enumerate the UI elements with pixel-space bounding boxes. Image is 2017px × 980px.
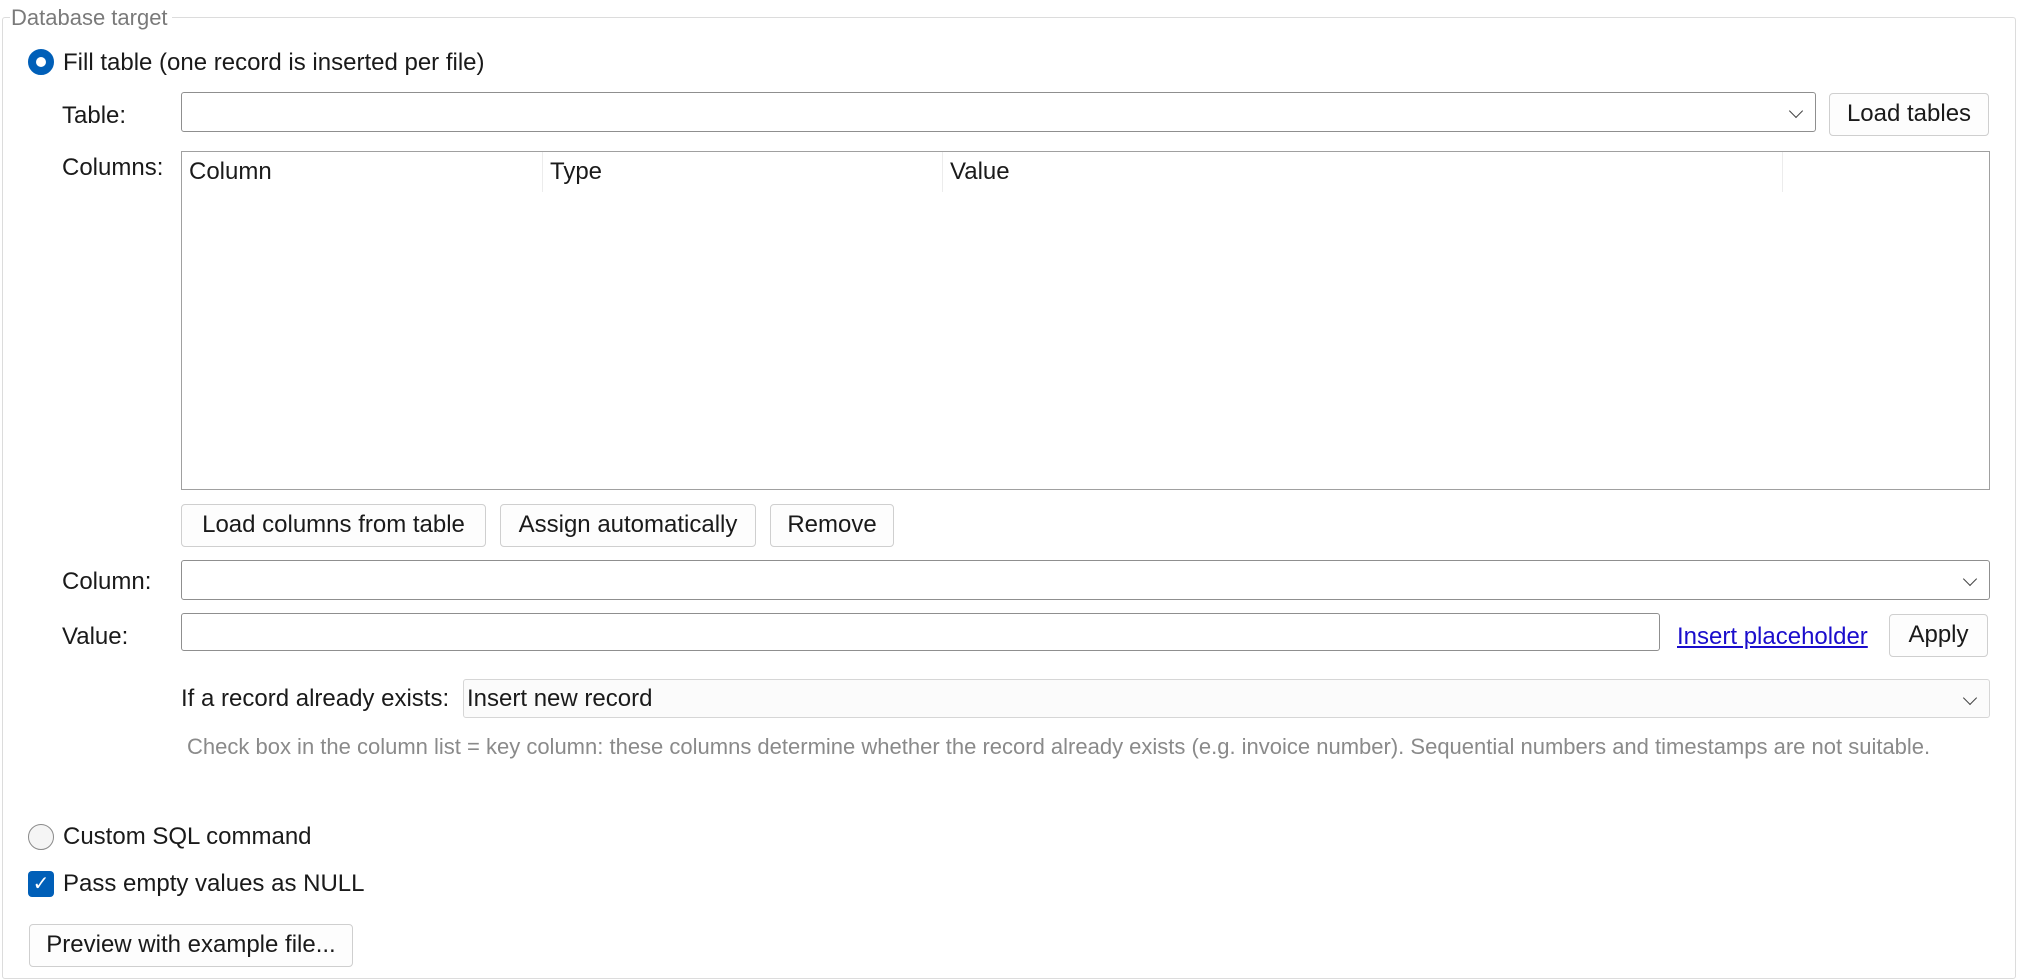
- column-header-type[interactable]: Type: [543, 152, 943, 192]
- column-combobox[interactable]: [181, 560, 1990, 600]
- chevron-down-icon: [1788, 103, 1804, 119]
- insert-placeholder-link[interactable]: Insert placeholder: [1677, 622, 1868, 652]
- column-header-column[interactable]: Column: [182, 152, 543, 192]
- table-label: Table:: [62, 102, 127, 129]
- load-columns-button[interactable]: Load columns from table: [181, 504, 486, 547]
- record-exists-value: Insert new record: [467, 685, 653, 712]
- remove-button[interactable]: Remove: [770, 504, 894, 547]
- assign-automatically-button[interactable]: Assign automatically: [500, 504, 756, 547]
- value-label: Value:: [62, 623, 129, 650]
- column-header-value[interactable]: Value: [943, 152, 1783, 192]
- record-exists-select[interactable]: Insert new record: [463, 679, 1990, 718]
- null-checkbox[interactable]: ✓: [28, 871, 54, 897]
- fill-table-radio[interactable]: [28, 49, 54, 75]
- fill-table-label[interactable]: Fill table (one record is inserted per f…: [63, 48, 485, 78]
- group-title: Database target: [10, 3, 172, 33]
- table-combobox[interactable]: [181, 92, 1816, 132]
- chevron-down-icon: [1962, 571, 1978, 587]
- load-tables-button[interactable]: Load tables: [1829, 93, 1989, 136]
- key-column-hint: Check box in the column list = key colum…: [187, 734, 1931, 759]
- value-input[interactable]: [181, 613, 1660, 651]
- apply-button[interactable]: Apply: [1889, 614, 1988, 657]
- custom-sql-radio[interactable]: [28, 824, 54, 850]
- column-label: Column:: [62, 568, 152, 595]
- null-checkbox-label[interactable]: Pass empty values as NULL: [63, 869, 364, 899]
- preview-button[interactable]: Preview with example file...: [29, 924, 353, 967]
- custom-sql-label[interactable]: Custom SQL command: [63, 822, 312, 852]
- chevron-down-icon: [1962, 690, 1978, 705]
- record-exists-label: If a record already exists:: [181, 685, 450, 712]
- columns-grid[interactable]: Column Type Value: [181, 151, 1990, 490]
- columns-label: Columns:: [62, 154, 164, 181]
